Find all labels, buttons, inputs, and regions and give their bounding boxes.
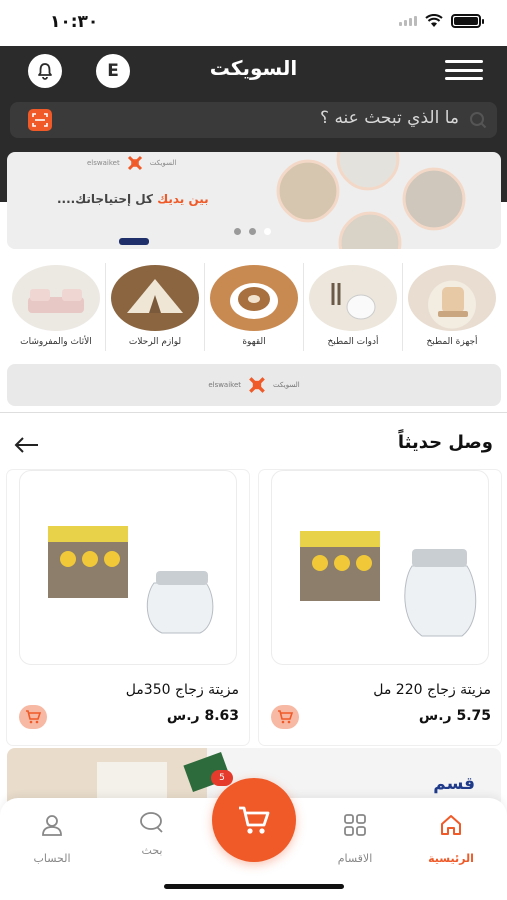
nav-account-label: الحساب — [33, 852, 71, 865]
brand-banner[interactable]: elswaiket السويكت — [7, 364, 501, 406]
battery-icon — [451, 14, 484, 28]
promo-title: قسم — [433, 774, 475, 794]
status-icons — [399, 14, 484, 28]
promo-badge: 5 — [211, 770, 233, 786]
product-name: مزيتة زجاج 350مل — [125, 682, 239, 698]
nav-home-label: الرئيسية — [428, 852, 474, 865]
grid-icon — [344, 814, 366, 836]
category-kitchen-tools[interactable]: أدوات المطبخ — [303, 263, 402, 351]
category-label: لوازم الرحلات — [128, 337, 182, 347]
section-title: وصل حديثاً — [397, 432, 493, 453]
category-travel[interactable]: لوازم الرحلات — [105, 263, 204, 351]
banner-logo-en: elswaiket — [87, 159, 120, 167]
banner-photo-4 — [326, 199, 414, 249]
banner-tag — [119, 238, 149, 245]
category-label: أدوات المطبخ — [327, 337, 379, 347]
category-label: الأثاث والمفروشات — [20, 337, 92, 347]
category-coffee[interactable]: القهوة — [204, 263, 303, 351]
kitchen-appliance-icon — [408, 265, 496, 331]
section-divider — [0, 412, 507, 413]
scan-icon — [32, 113, 48, 127]
search-bar[interactable]: ما الذي تبحث عنه ؟ — [10, 102, 497, 138]
banner-logo: elswaiket السويكت — [87, 154, 176, 172]
nav-home[interactable]: الرئيسية — [411, 812, 491, 865]
language-button[interactable]: E — [96, 54, 130, 88]
category-kitchen-appliances[interactable]: أجهزة المطبخ — [402, 263, 501, 351]
cart-icon — [239, 806, 270, 834]
category-label: أجهزة المطبخ — [426, 337, 478, 347]
home-icon — [441, 815, 461, 835]
product-card[interactable]: مزيتة زجاج 350مل 8.63 ر.س — [7, 470, 249, 745]
nav-search[interactable]: بحث — [112, 810, 192, 857]
brand-mark-icon — [127, 155, 142, 171]
banner-slogan-accent: بين يديك — [157, 192, 209, 206]
nav-categories[interactable]: الاقسام — [315, 812, 395, 865]
status-time: ١٠:٣٠ — [50, 12, 99, 32]
product-price: 5.75 ر.س — [418, 708, 491, 724]
product-image — [19, 470, 237, 665]
brand-banner-logo-ar: السويكت — [273, 381, 300, 389]
coffee-cup-icon — [210, 265, 298, 331]
product-price: 8.63 ر.س — [166, 708, 239, 724]
tent-icon — [111, 265, 199, 331]
wifi-icon — [425, 14, 443, 27]
bell-icon — [38, 63, 52, 80]
banner-slogan-main: كل إحتياجاتك.... — [57, 192, 153, 206]
brand-mark-icon — [249, 377, 265, 393]
cart-icon — [278, 710, 293, 724]
status-bar: ١٠:٣٠ — [0, 0, 507, 46]
cart-fab-button[interactable] — [206, 772, 302, 868]
add-to-cart-button[interactable] — [19, 705, 47, 729]
product-image — [271, 470, 489, 665]
banner-slogan: بين يديك كل إحتياجاتك.... — [57, 192, 209, 206]
user-icon — [42, 815, 62, 836]
search-icon — [469, 111, 487, 133]
product-card[interactable]: مزيتة زجاج 220 مل 5.75 ر.س — [259, 470, 501, 745]
banner-logo-ar: السويكت — [149, 159, 177, 167]
arrow-left-icon[interactable] — [14, 437, 40, 457]
category-furniture[interactable]: الأثاث والمفروشات — [7, 263, 105, 351]
brand-banner-logo-en: elswaiket — [208, 381, 242, 389]
kitchen-tools-icon — [309, 265, 397, 331]
nav-categories-label: الاقسام — [337, 852, 373, 865]
search-placeholder: ما الذي تبحث عنه ؟ — [320, 108, 459, 128]
barcode-scan-button[interactable] — [28, 109, 52, 131]
sofa-icon — [12, 265, 100, 331]
banner-pagination[interactable] — [234, 228, 271, 235]
category-label: القهوة — [242, 337, 266, 347]
nav-search-label: بحث — [141, 844, 163, 857]
nav-account[interactable]: الحساب — [12, 812, 92, 865]
search-icon — [140, 812, 163, 833]
signal-icon — [399, 16, 417, 26]
banner-photo-3 — [390, 155, 478, 243]
home-indicator — [164, 884, 344, 889]
product-list: مزيتة زجاج 220 مل 5.75 ر.س مزيتة زجاج 35… — [7, 470, 501, 745]
add-to-cart-button[interactable] — [271, 705, 299, 729]
cart-icon — [26, 710, 41, 724]
category-strip: أجهزة المطبخ أدوات المطبخ القهوة لوازم ا… — [7, 263, 501, 351]
product-name: مزيتة زجاج 220 مل — [373, 682, 491, 698]
app-title: السويكت — [209, 56, 298, 80]
notifications-button[interactable] — [28, 54, 62, 88]
